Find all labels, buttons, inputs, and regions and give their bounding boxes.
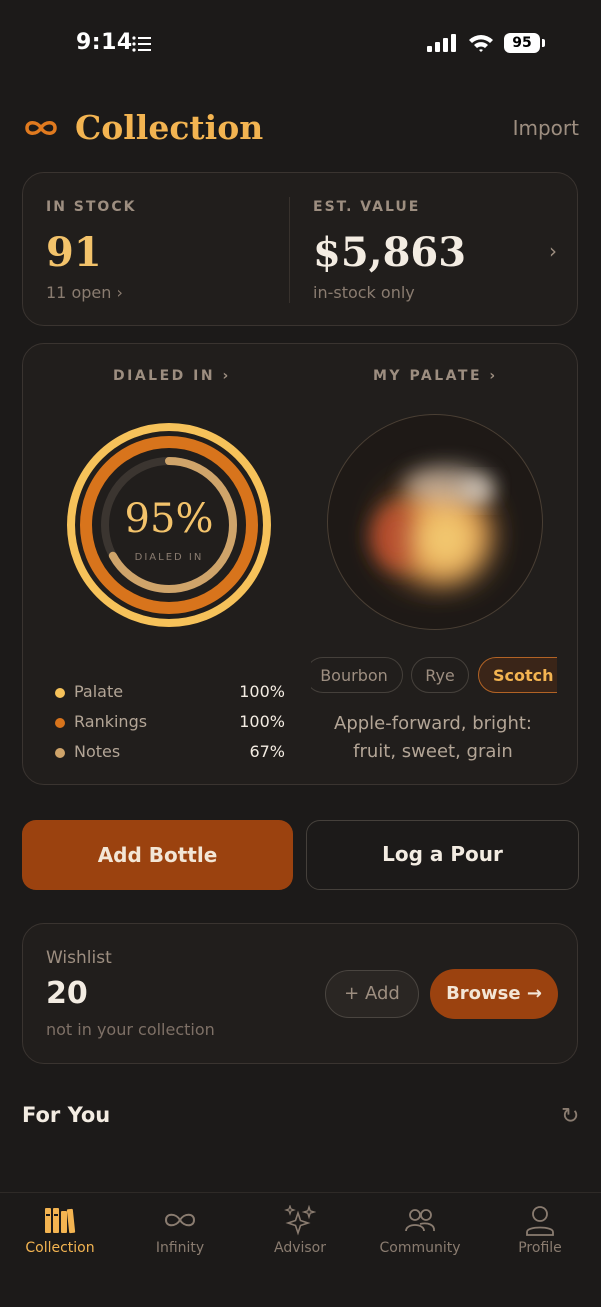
tab-label: Infinity — [155, 1240, 205, 1256]
log-pour-button[interactable]: Log a Pour — [306, 820, 579, 890]
notes-dot — [55, 748, 65, 758]
battery-indicator: 95 — [504, 33, 540, 53]
open-bottles-link[interactable]: 11 open › — [46, 283, 123, 302]
dialed-in-subtitle: DIALED IN — [134, 552, 204, 563]
tab-profile[interactable]: Profile — [480, 1193, 600, 1273]
list-icon — [132, 36, 151, 52]
est-value-note: in-stock only — [313, 283, 415, 302]
dialed-in-ring[interactable]: 95% DIALED IN — [66, 422, 272, 628]
legend-label: Palate — [74, 682, 124, 701]
in-stock-label: IN STOCK — [46, 199, 137, 215]
est-value-amount: $5,863 — [313, 229, 467, 276]
legend-label: Rankings — [74, 712, 148, 731]
palate-blur-graphic — [372, 465, 494, 581]
legend-value: 100% — [239, 712, 285, 731]
dialed-in-link[interactable]: DIALED IN › — [113, 368, 231, 384]
for-you-heading: For You — [22, 1103, 111, 1127]
tab-label: Advisor — [273, 1240, 326, 1256]
wifi-icon — [469, 35, 493, 52]
legend-value: 100% — [239, 682, 285, 701]
pill-scotch[interactable]: Scotch / — [478, 657, 557, 693]
status-bar: 9:14 95 — [0, 0, 601, 88]
person-icon — [526, 1206, 554, 1236]
in-stock-value: 91 — [46, 229, 102, 276]
rankings-dot — [55, 718, 65, 728]
wishlist-label: Wishlist — [46, 948, 112, 968]
palate-description: Apple-forward, bright: fruit, sweet, gra… — [334, 713, 532, 762]
shelf-icon — [45, 1208, 76, 1234]
legend-row-palate: Palate 100% — [55, 682, 285, 704]
import-button[interactable]: Import — [513, 116, 579, 140]
people-icon — [405, 1209, 435, 1232]
page-title: Collection — [75, 108, 264, 147]
tab-community[interactable]: Community — [360, 1193, 480, 1273]
dialed-palate-card: DIALED IN › MY PALATE › 95% DIALED IN Pa… — [22, 343, 578, 785]
signal-icon — [427, 34, 456, 52]
pill-bourbon[interactable]: Bourbon — [311, 657, 403, 693]
pill-rye[interactable]: Rye — [411, 657, 469, 693]
spirit-filter-pills: Bourbon Rye Scotch / — [311, 656, 557, 696]
infinity-icon — [164, 1213, 196, 1227]
legend-value: 67% — [249, 742, 285, 761]
tab-infinity[interactable]: Infinity — [120, 1193, 240, 1273]
est-value-label: EST. VALUE — [313, 199, 421, 215]
my-palate-link[interactable]: MY PALATE › — [373, 368, 498, 384]
add-bottle-button[interactable]: Add Bottle — [22, 820, 293, 890]
wishlist-card[interactable]: Wishlist 20 not in your collection + Add… — [22, 923, 578, 1064]
sparkles-icon — [284, 1205, 316, 1236]
tab-label: Profile — [518, 1240, 562, 1256]
refresh-icon[interactable]: ↻ — [561, 1104, 579, 1129]
tab-label: Community — [379, 1240, 461, 1256]
wishlist-subtitle: not in your collection — [46, 1020, 215, 1039]
infinity-logo-icon — [25, 121, 57, 135]
palate-orb[interactable] — [327, 414, 543, 630]
tab-label: Collection — [25, 1240, 95, 1256]
battery-tip — [542, 39, 545, 47]
legend-label: Notes — [74, 742, 121, 761]
dialed-in-percent: 95% — [124, 496, 214, 542]
tab-collection[interactable]: Collection — [0, 1193, 120, 1273]
legend-row-rankings: Rankings 100% — [55, 712, 285, 734]
palate-dot — [55, 688, 65, 698]
stock-summary-card[interactable]: IN STOCK 91 11 open › EST. VALUE $5,863 … — [22, 172, 578, 326]
tab-advisor[interactable]: Advisor — [240, 1193, 360, 1273]
wishlist-browse-button[interactable]: Browse → — [430, 969, 558, 1019]
tab-bar: Collection Infinity Advisor Community Pr… — [0, 1192, 601, 1307]
status-time: 9:14 — [76, 30, 133, 55]
chevron-right-icon[interactable]: › — [549, 239, 557, 263]
legend-row-notes: Notes 67% — [55, 742, 285, 764]
stock-divider — [289, 197, 290, 303]
wishlist-add-button[interactable]: + Add — [325, 970, 419, 1018]
wishlist-count: 20 — [46, 976, 88, 1011]
